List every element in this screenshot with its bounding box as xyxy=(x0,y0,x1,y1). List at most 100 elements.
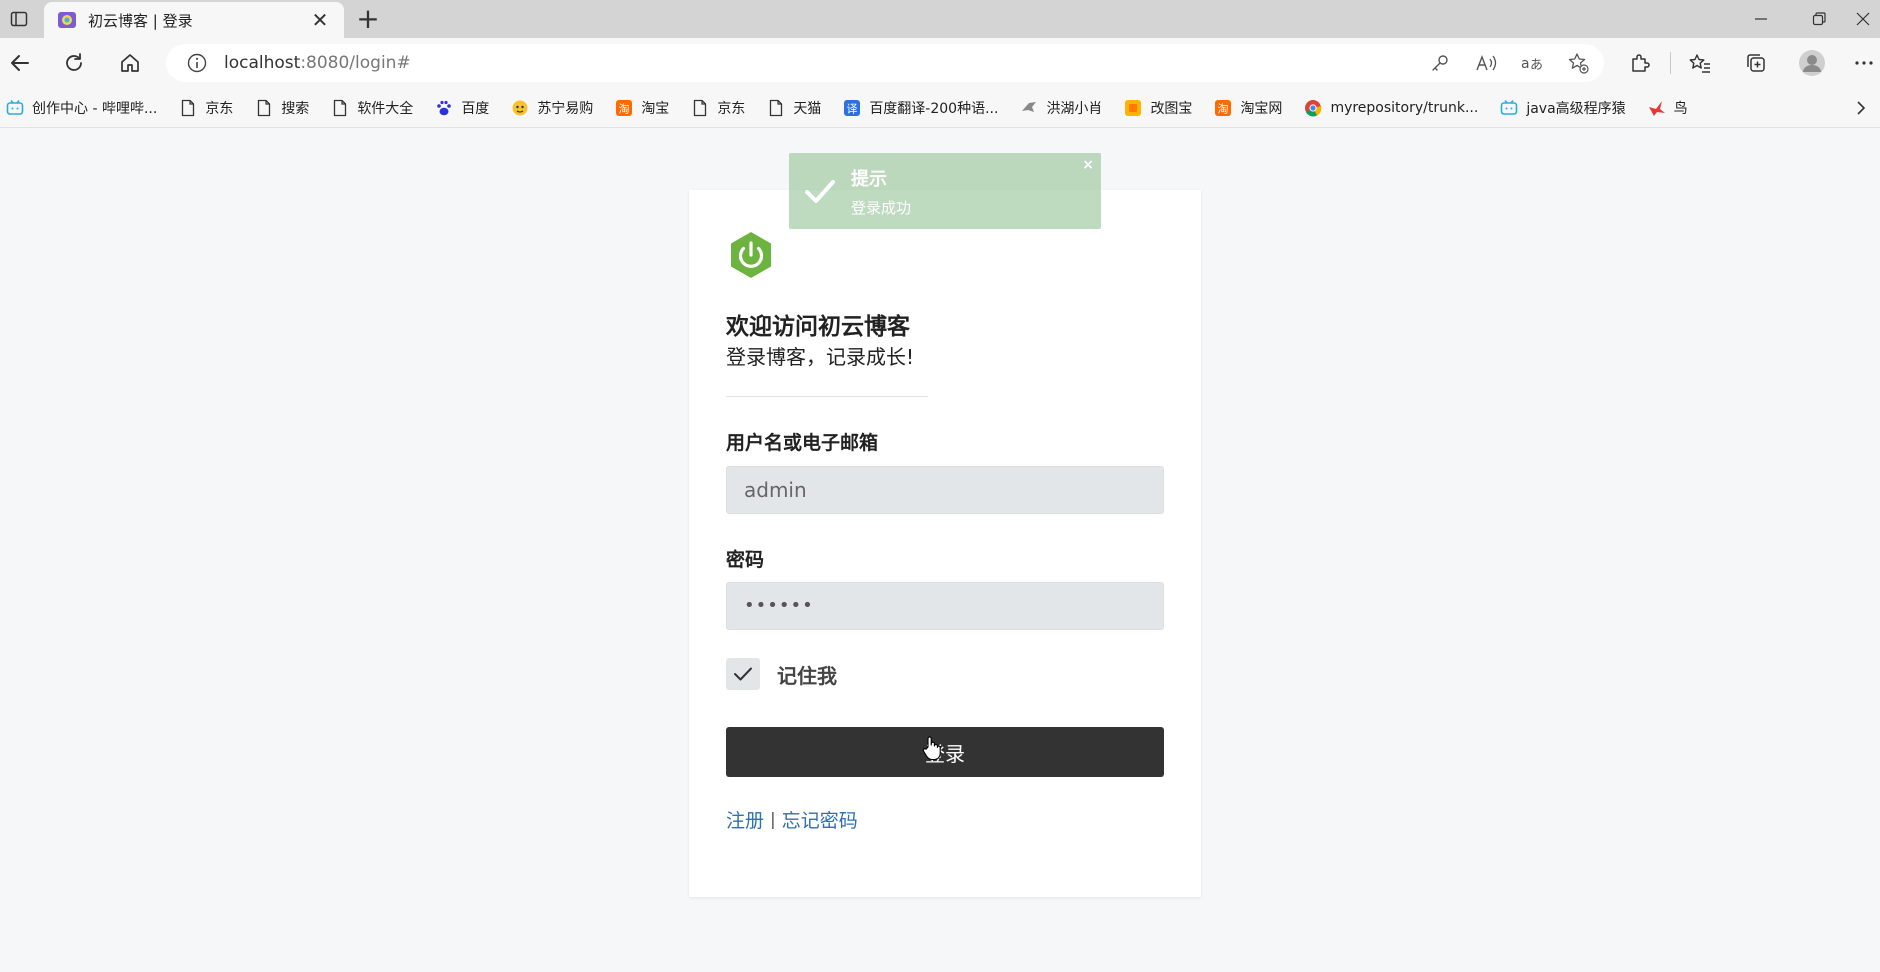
restore-icon xyxy=(1812,12,1826,26)
url-text[interactable]: localhost:8080/login# xyxy=(224,53,411,73)
bookmark-item[interactable]: 天猫 xyxy=(767,98,821,118)
toast-message: 登录成功 xyxy=(851,199,912,217)
register-link[interactable]: 注册 xyxy=(726,806,764,833)
bookmark-label: myrepository/trunk... xyxy=(1330,99,1479,116)
close-window-button[interactable] xyxy=(1846,0,1880,38)
bookmark-item[interactable]: 鸟 xyxy=(1648,98,1688,118)
page-icon xyxy=(767,99,785,117)
divider xyxy=(726,396,928,397)
read-aloud-icon[interactable] xyxy=(1474,51,1498,75)
bookmark-item[interactable]: 京东 xyxy=(179,98,233,118)
tab-title: 初云博客 | 登录 xyxy=(88,11,193,30)
svg-text:a: a xyxy=(1521,56,1530,72)
bookmark-label: 创作中心 - 哔哩哔... xyxy=(32,100,158,117)
collections-button[interactable] xyxy=(1738,45,1774,81)
extensions-button[interactable] xyxy=(1622,45,1658,81)
back-button[interactable] xyxy=(2,45,38,81)
restore-button[interactable] xyxy=(1796,0,1842,38)
checkmark-icon xyxy=(734,667,752,681)
login-button[interactable]: 登录 xyxy=(726,727,1164,777)
tab-actions-button[interactable] xyxy=(0,0,38,38)
active-tab[interactable]: 初云博客 | 登录 ✕ xyxy=(44,2,344,38)
svg-text:淘: 淘 xyxy=(619,102,630,115)
bookmark-item[interactable]: 译百度翻译-200种语... xyxy=(843,98,998,118)
toast-title: 提示 xyxy=(851,169,887,190)
password-label: 密码 xyxy=(726,549,765,571)
bookmark-label: 百度 xyxy=(461,100,490,117)
minimize-icon xyxy=(1755,18,1767,20)
chrome-icon xyxy=(1304,99,1322,117)
bookmark-label: 京东 xyxy=(717,100,746,117)
suning-icon xyxy=(511,99,529,117)
blog-favicon-icon xyxy=(58,12,76,28)
tab-actions-icon xyxy=(10,11,28,27)
chevron-right-icon xyxy=(1857,101,1866,115)
bookmark-item[interactable]: 创作中心 - 哔哩哔... xyxy=(6,98,157,118)
page-icon xyxy=(255,99,273,117)
link-separator: | xyxy=(770,809,776,830)
bookmark-item[interactable]: 淘淘宝网 xyxy=(1214,98,1282,118)
bookmark-item[interactable]: 洪湖小肖 xyxy=(1020,98,1102,118)
translate-icon[interactable]: aあ xyxy=(1520,51,1544,75)
password-key-icon[interactable] xyxy=(1428,51,1452,75)
url-path: :8080/login# xyxy=(300,53,411,73)
username-input[interactable]: admin xyxy=(726,466,1164,514)
url-host: localhost xyxy=(224,53,301,73)
close-tab-icon[interactable]: ✕ xyxy=(308,8,332,32)
bookmark-item[interactable]: myrepository/trunk... xyxy=(1304,99,1478,117)
translate-icon: 译 xyxy=(843,99,861,117)
favorites-list-icon xyxy=(1689,54,1710,73)
back-arrow-icon xyxy=(11,55,29,71)
bookmark-item[interactable]: 搜索 xyxy=(255,98,309,118)
bookmark-item[interactable]: 软件大全 xyxy=(331,98,413,118)
remember-checkbox[interactable] xyxy=(726,658,760,690)
bookmark-label: 鸟 xyxy=(1673,100,1688,117)
bookmark-item[interactable]: 京东 xyxy=(691,98,745,118)
success-check-icon xyxy=(805,180,835,203)
bookmarks-bar: 创作中心 - 哔哩哔... 京东 搜索 软件大全 百度 苏宁易购淘淘宝 京东 天猫译百度翻译-… xyxy=(0,88,1880,128)
page-icon xyxy=(331,99,349,117)
toast-close-button[interactable]: × xyxy=(1082,157,1094,173)
bird-icon xyxy=(1020,99,1038,117)
gaitubao-icon xyxy=(1124,99,1142,117)
bookmark-label: java高级程序猿 xyxy=(1526,100,1626,117)
bookmark-label: 搜索 xyxy=(281,100,310,117)
bookmark-label: 淘宝 xyxy=(641,100,670,117)
settings-more-button[interactable] xyxy=(1846,45,1880,81)
bookmark-item[interactable]: 改图宝 xyxy=(1124,98,1192,118)
hand-cursor-icon xyxy=(922,736,941,761)
new-tab-button[interactable]: + xyxy=(350,2,386,38)
taobao-icon: 淘 xyxy=(615,99,633,117)
more-dots-icon xyxy=(1855,61,1873,65)
bookmark-item[interactable]: 苏宁易购 xyxy=(511,98,593,118)
bookmark-item[interactable]: java高级程序猿 xyxy=(1500,98,1626,118)
page-icon xyxy=(691,99,709,117)
page-icon xyxy=(179,99,197,117)
refresh-button[interactable] xyxy=(56,45,92,81)
bookmarks-more-button[interactable] xyxy=(1846,88,1876,128)
favorites-button[interactable] xyxy=(1682,45,1718,81)
minimize-button[interactable] xyxy=(1738,0,1784,38)
bilibili-icon xyxy=(1500,99,1518,117)
bookmark-item[interactable]: 百度 xyxy=(435,98,489,118)
profile-button[interactable] xyxy=(1794,45,1830,81)
svg-text:あ: あ xyxy=(1530,58,1543,73)
welcome-subtitle: 登录博客，记录成长! xyxy=(726,345,915,369)
success-toast: 提示 登录成功 × xyxy=(789,153,1101,229)
bookmark-label: 洪湖小肖 xyxy=(1046,100,1103,117)
address-bar[interactable]: localhost:8080/login# aあ xyxy=(166,44,1604,82)
close-icon xyxy=(1856,12,1870,26)
bookmark-label: 软件大全 xyxy=(357,100,414,117)
bird-red-icon xyxy=(1648,99,1666,117)
remember-me[interactable]: 记住我 xyxy=(726,658,837,690)
add-favorite-icon[interactable] xyxy=(1566,51,1590,75)
password-input[interactable]: •••••• xyxy=(726,582,1164,630)
home-button[interactable] xyxy=(112,45,148,81)
power-logo-icon xyxy=(731,232,771,278)
forgot-password-link[interactable]: 忘记密码 xyxy=(782,806,858,833)
tab-strip: 初云博客 | 登录 ✕ + xyxy=(0,0,1880,38)
bookmark-label: 淘宝网 xyxy=(1240,100,1283,117)
site-info-icon[interactable] xyxy=(186,52,208,74)
bookmark-item[interactable]: 淘淘宝 xyxy=(615,98,669,118)
taobao-icon: 淘 xyxy=(1214,99,1232,117)
